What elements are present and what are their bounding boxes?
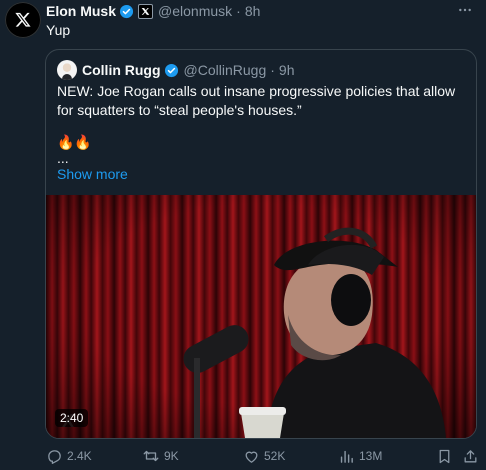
tweet-text: Yup <box>46 22 71 38</box>
author-handle[interactable]: @elonmusk <box>158 3 232 19</box>
share-icon <box>464 449 477 462</box>
tweet-header: Elon Musk @elonmusk · 8h <box>46 1 476 21</box>
quoted-author-name[interactable]: Collin Rugg <box>82 62 161 78</box>
show-more-link[interactable]: Show more <box>57 166 128 182</box>
affiliate-x-badge-icon <box>138 3 154 19</box>
reply-icon <box>48 449 61 464</box>
reply-button[interactable]: 2.4K <box>46 446 92 466</box>
repost-count: 9K <box>164 449 179 463</box>
separator-dot: · <box>236 3 241 19</box>
views-count: 13M <box>359 449 383 463</box>
fire-emoji: 🔥🔥 <box>57 134 92 150</box>
bookmark-icon <box>439 449 450 463</box>
share-button[interactable] <box>462 446 483 466</box>
video-player[interactable]: X 2:40 <box>46 195 476 438</box>
quoted-header: Collin Rugg @CollinRugg · 9h <box>57 60 295 80</box>
bookmark-button[interactable] <box>436 446 457 466</box>
quoted-timestamp[interactable]: 9h <box>279 62 295 78</box>
action-bar: 2.4K 9K 52K 13M <box>46 446 478 466</box>
quoted-tweet[interactable]: Collin Rugg @CollinRugg · 9h NEW: Joe Ro… <box>45 49 477 439</box>
heart-icon <box>245 451 258 463</box>
timestamp[interactable]: 8h <box>245 3 261 19</box>
quoted-author-handle[interactable]: @CollinRugg <box>184 62 267 78</box>
reply-count: 2.4K <box>67 449 92 463</box>
quoted-avatar[interactable] <box>57 60 77 80</box>
video-duration: 2:40 <box>55 409 89 427</box>
repost-button[interactable]: 9K <box>142 446 179 466</box>
verified-badge-icon <box>164 63 179 78</box>
x-logo-icon <box>15 12 31 27</box>
repost-icon <box>143 450 159 462</box>
quoted-ellipsis: ... <box>57 150 69 166</box>
avatar[interactable] <box>5 2 41 38</box>
video-thumbnail: X <box>46 195 476 438</box>
views-chart-icon <box>340 450 353 463</box>
ellipsis-icon <box>459 8 471 12</box>
author-name[interactable]: Elon Musk <box>46 3 116 19</box>
verified-badge-icon <box>119 4 134 19</box>
views-button[interactable]: 13M <box>338 446 382 466</box>
like-button[interactable]: 52K <box>243 446 285 466</box>
like-count: 52K <box>264 449 286 463</box>
separator-dot: · <box>270 62 275 78</box>
quoted-text: NEW: Joe Rogan calls out insane progress… <box>57 83 456 118</box>
more-options-button[interactable] <box>454 0 476 20</box>
